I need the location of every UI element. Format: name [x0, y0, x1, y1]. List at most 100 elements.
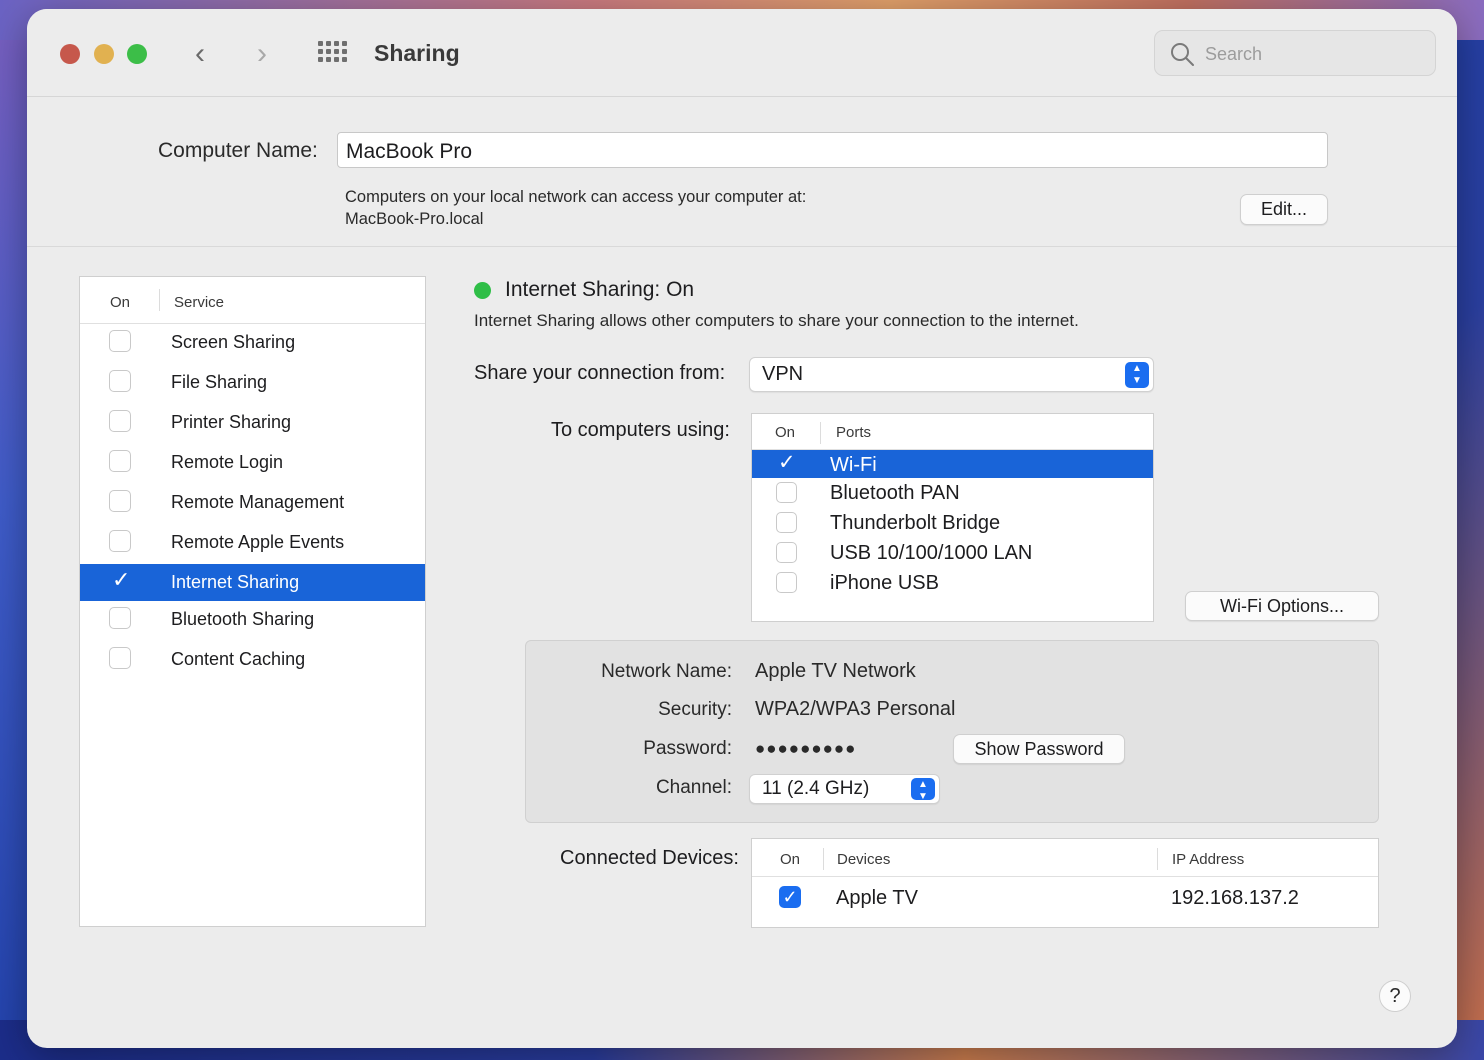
forward-chevron-icon[interactable]: ›: [257, 37, 267, 71]
show-password-button[interactable]: Show Password: [953, 734, 1125, 764]
column-divider: [159, 289, 160, 311]
device-checkbox-checked[interactable]: ✓: [779, 886, 801, 908]
service-row-remote-login[interactable]: Remote Login: [80, 444, 425, 484]
service-row-printer-sharing[interactable]: Printer Sharing: [80, 404, 425, 444]
port-row-usb-lan[interactable]: USB 10/100/1000 LAN: [752, 538, 1153, 568]
service-checkbox[interactable]: [109, 330, 131, 352]
column-divider: [820, 422, 821, 444]
on-column-header[interactable]: On: [110, 294, 130, 311]
port-checkbox[interactable]: [776, 512, 797, 533]
port-checkbox[interactable]: [776, 542, 797, 563]
service-row-internet-sharing[interactable]: ✓ Internet Sharing: [80, 564, 425, 601]
back-chevron-icon[interactable]: ‹: [195, 37, 205, 71]
share-from-popup[interactable]: VPN ▲ ▼: [749, 357, 1154, 392]
service-checkbox[interactable]: [109, 647, 131, 669]
service-checkbox[interactable]: [109, 490, 131, 512]
password-label: Password:: [643, 738, 732, 759]
port-checkbox-checked[interactable]: ✓: [778, 450, 799, 474]
window-title: Sharing: [374, 40, 460, 66]
port-label: USB 10/100/1000 LAN: [830, 542, 1033, 564]
port-row-thunderbolt-bridge[interactable]: Thunderbolt Bridge: [752, 508, 1153, 538]
network-name-value: Apple TV Network: [755, 660, 916, 682]
popup-chevron-icon: ▲ ▼: [911, 778, 935, 802]
channel-label: Channel:: [655, 777, 732, 798]
connected-devices-table: On Devices IP Address ✓ Apple TV 192.168…: [751, 838, 1379, 928]
computer-name-field[interactable]: MacBook Pro: [337, 132, 1328, 168]
channel-popup[interactable]: 11 (2.4 GHz) ▲ ▼: [749, 774, 940, 804]
help-button[interactable]: ?: [1379, 980, 1411, 1012]
service-label: Remote Login: [171, 452, 284, 472]
channel-value: 11 (2.4 GHz): [762, 778, 870, 799]
service-label: Remote Management: [171, 492, 345, 512]
device-name: Apple TV: [836, 887, 918, 909]
service-row-remote-management[interactable]: Remote Management: [80, 484, 425, 524]
devices-table-header: On Devices IP Address: [752, 839, 1378, 877]
share-from-label: Share your connection from:: [474, 362, 726, 384]
port-row-wifi[interactable]: ✓ Wi-Fi: [752, 450, 1153, 478]
search-icon: [1171, 43, 1194, 66]
share-from-value: VPN: [762, 363, 804, 385]
on-column-header[interactable]: On: [775, 424, 795, 441]
service-row-remote-apple-events[interactable]: Remote Apple Events: [80, 524, 425, 564]
service-column-header[interactable]: Service: [174, 294, 224, 311]
service-label: Internet Sharing: [171, 572, 300, 592]
edit-hostname-button[interactable]: Edit...: [1240, 194, 1328, 225]
ports-list-header: On Ports: [752, 414, 1153, 450]
service-list-header: On Service: [80, 277, 425, 324]
to-computers-label: To computers using:: [551, 419, 730, 441]
service-checkbox[interactable]: [109, 607, 131, 629]
search-placeholder: Search: [1205, 44, 1263, 64]
computer-name-description: Computers on your local network can acce…: [345, 186, 806, 230]
service-label: Bluetooth Sharing: [171, 609, 315, 629]
connected-devices-label: Connected Devices:: [560, 847, 739, 869]
service-label: Content Caching: [171, 649, 306, 669]
port-row-bluetooth-pan[interactable]: Bluetooth PAN: [752, 478, 1153, 508]
service-checkbox[interactable]: [109, 410, 131, 432]
column-divider: [823, 848, 824, 870]
status-indicator-icon: [474, 282, 491, 299]
sharing-window: ‹ › Sharing Search Computer Name: MacBoo…: [27, 9, 1457, 1048]
network-name-label: Network Name:: [601, 661, 732, 682]
port-label: Wi-Fi: [830, 454, 877, 476]
service-label: File Sharing: [171, 372, 268, 392]
search-field[interactable]: Search: [1154, 30, 1436, 76]
service-row-screen-sharing[interactable]: Screen Sharing: [80, 324, 425, 364]
service-checkbox[interactable]: [109, 530, 131, 552]
service-list: On Service Screen Sharing File Sharing P…: [79, 276, 426, 927]
ip-column-header[interactable]: IP Address: [1172, 851, 1244, 868]
port-checkbox[interactable]: [776, 572, 797, 593]
service-row-content-caching[interactable]: Content Caching: [80, 641, 425, 681]
service-row-bluetooth-sharing[interactable]: Bluetooth Sharing: [80, 601, 425, 641]
port-row-iphone-usb[interactable]: iPhone USB: [752, 568, 1153, 598]
device-ip: 192.168.137.2: [1171, 887, 1299, 909]
show-all-grid-icon[interactable]: [318, 41, 348, 63]
close-window-button[interactable]: [60, 44, 80, 64]
service-checkbox-checked[interactable]: ✓: [112, 567, 134, 592]
port-label: Bluetooth PAN: [830, 482, 960, 504]
devices-column-header[interactable]: Devices: [837, 851, 890, 868]
zoom-window-button[interactable]: [127, 44, 147, 64]
service-row-file-sharing[interactable]: File Sharing: [80, 364, 425, 404]
service-checkbox[interactable]: [109, 370, 131, 392]
ports-column-header[interactable]: Ports: [836, 424, 871, 441]
security-label: Security:: [658, 699, 732, 720]
on-column-header[interactable]: On: [780, 851, 800, 868]
computer-name-section: Computer Name: MacBook Pro Computers on …: [27, 97, 1457, 247]
service-checkbox[interactable]: [109, 450, 131, 472]
service-label: Remote Apple Events: [171, 532, 345, 552]
internet-sharing-status: Internet Sharing: On: [505, 278, 695, 301]
port-label: iPhone USB: [830, 572, 939, 594]
computer-name-label: Computer Name:: [158, 139, 318, 162]
minimize-window-button[interactable]: [94, 44, 114, 64]
popup-chevron-icon: ▲ ▼: [1125, 362, 1149, 388]
ports-list: On Ports ✓ Wi-Fi Bluetooth PAN Thunderbo…: [751, 413, 1154, 622]
service-label: Screen Sharing: [171, 332, 296, 352]
local-hostname: MacBook-Pro.local: [345, 210, 484, 228]
service-label: Printer Sharing: [171, 412, 292, 432]
column-divider: [1157, 848, 1158, 870]
port-checkbox[interactable]: [776, 482, 797, 503]
wifi-options-button[interactable]: Wi-Fi Options...: [1185, 591, 1379, 621]
titlebar: ‹ › Sharing Search: [27, 9, 1457, 97]
internet-sharing-description: Internet Sharing allows other computers …: [474, 311, 1079, 330]
security-value: WPA2/WPA3 Personal: [755, 698, 956, 720]
